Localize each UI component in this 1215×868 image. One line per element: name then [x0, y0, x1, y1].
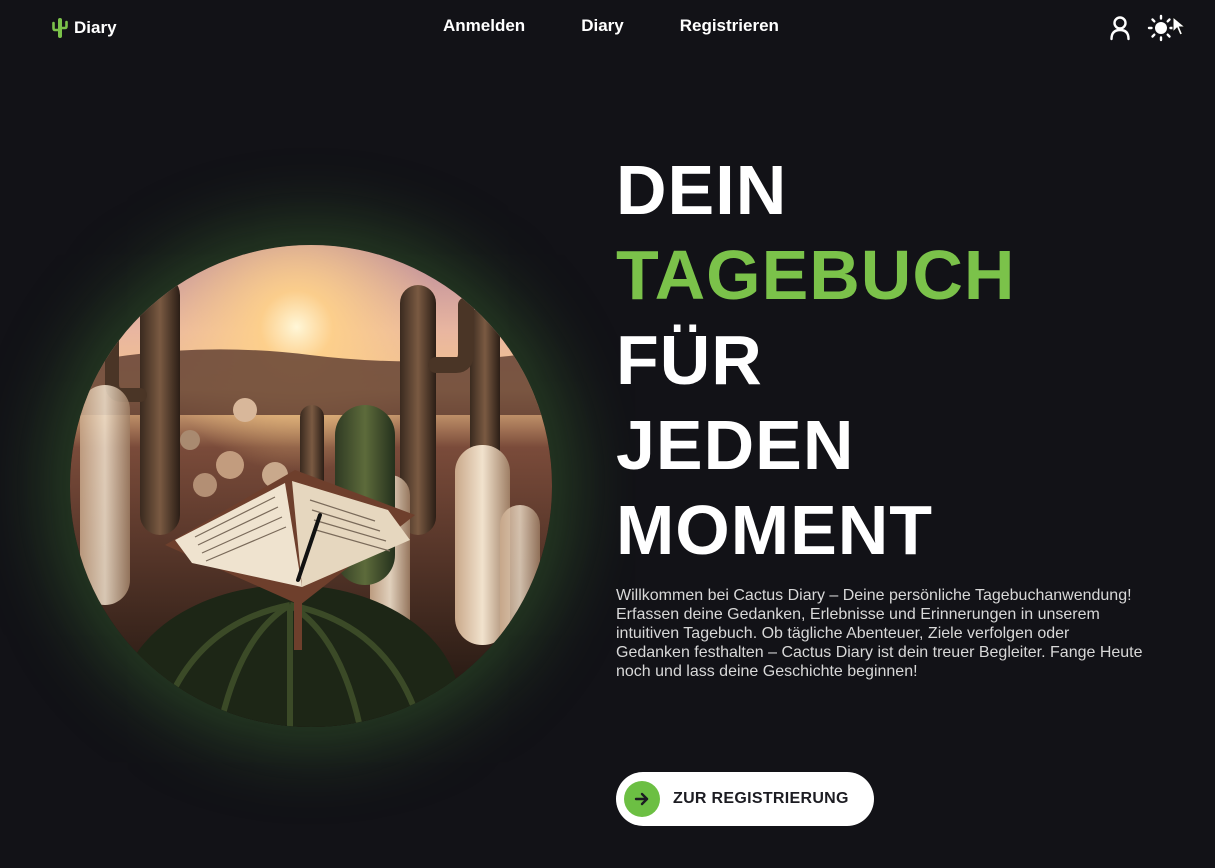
- intro-text: Willkommen bei Cactus Diary – Deine pers…: [616, 587, 1143, 680]
- user-account-button[interactable]: [1109, 15, 1131, 41]
- mouse-cursor-icon: [1172, 16, 1186, 36]
- top-navigation: Diary Anmelden Diary Registrieren: [0, 0, 1215, 56]
- headline-accent-word: TAGEBUCH: [616, 236, 1016, 314]
- arrow-right-icon: [634, 792, 649, 806]
- sun-icon: [1147, 14, 1175, 42]
- brand-logo[interactable]: Diary: [52, 14, 117, 42]
- headline-line-1: DEIN: [616, 151, 788, 229]
- headline-line-3: FÜR: [616, 321, 763, 399]
- nav-link-diary[interactable]: Diary: [581, 16, 624, 36]
- nav-link-anmelden[interactable]: Anmelden: [443, 16, 525, 36]
- headline-line-5: MOMENT: [616, 491, 934, 569]
- cta-label: ZUR REGISTRIERUNG: [673, 790, 849, 807]
- hero-headline: DEIN TAGEBUCH FÜR JEDEN MOMENT: [616, 148, 1015, 573]
- theme-toggle-button[interactable]: [1147, 14, 1175, 42]
- user-icon: [1110, 16, 1130, 41]
- register-cta-button[interactable]: ZUR REGISTRIERUNG: [616, 772, 874, 826]
- brand-name: Diary: [74, 18, 117, 37]
- landing-page: Diary Anmelden Diary Registrieren DEIN T…: [0, 0, 1215, 868]
- main-nav: Anmelden Diary Registrieren: [443, 16, 779, 36]
- cta-icon-circle: [624, 781, 660, 817]
- hero-image: [70, 245, 552, 727]
- cactus-icon: [52, 18, 68, 38]
- headline-line-4: JEDEN: [616, 406, 855, 484]
- nav-link-registrieren[interactable]: Registrieren: [680, 16, 779, 36]
